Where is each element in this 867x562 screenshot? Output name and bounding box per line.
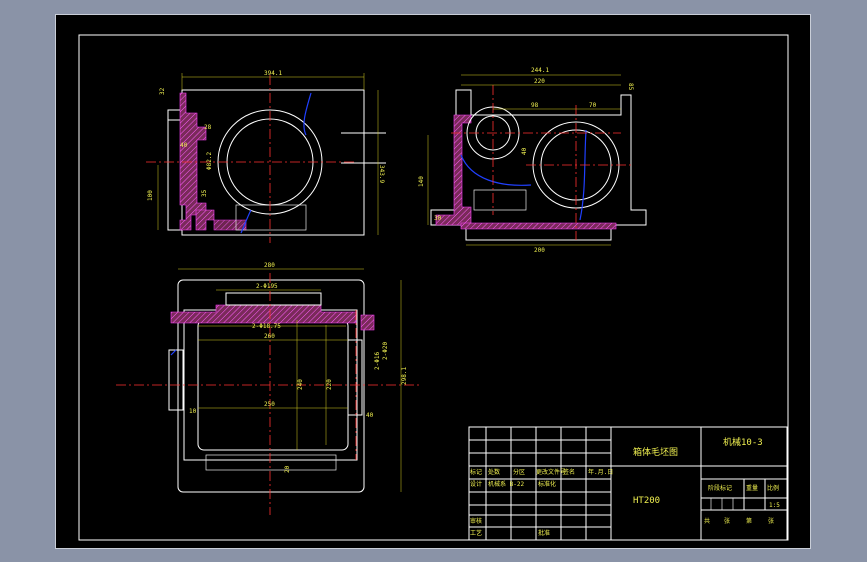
dim-side-40: 40 <box>521 147 528 155</box>
dim-top-right-small: 2-Φ16 <box>374 352 381 370</box>
dim-side-height: 140 <box>418 176 425 187</box>
dim-top-height: 298.1 <box>401 367 408 385</box>
title-drawing-title: 箱体毛坯图 <box>633 446 678 458</box>
label-date: 年.月.日 <box>588 468 613 476</box>
dim-front-height: 343.9 <box>378 165 385 183</box>
dim-top-40: 40 <box>366 412 374 419</box>
label-weight: 重量 <box>746 484 758 492</box>
label-count: 处数 <box>488 468 500 476</box>
label-zone: 分区 <box>513 468 525 476</box>
label-stage-mark: 阶段标记 <box>708 484 732 492</box>
dim-side-bottom: 200 <box>534 247 545 254</box>
dim-side-98: 98 <box>531 102 539 109</box>
label-process: 工艺 <box>470 529 482 537</box>
label-sheet-num: 张 <box>724 517 730 525</box>
title-drawing-number: 机械10-3 <box>723 436 763 448</box>
dim-top-bore-span: 2-Φ195 <box>256 283 278 290</box>
label-designer: 设计 <box>470 480 482 488</box>
value-designer: 机械系 B-22 <box>488 480 524 488</box>
label-sheet-num-2: 张 <box>768 517 774 525</box>
label-approve: 批准 <box>538 529 550 537</box>
cad-drawing-canvas: 394.1 343.9 100 40 28 Φ82.2 35 32 244.1 … <box>78 34 789 541</box>
dim-top-inner: 260 <box>264 333 275 340</box>
dim-top-20: 20 <box>284 465 291 473</box>
dim-front-bore: Φ82.2 <box>206 152 213 170</box>
dim-top-width: 280 <box>264 262 275 269</box>
dim-front-28: 28 <box>204 124 212 131</box>
dim-top-right-small2: 2-Φ20 <box>382 342 389 360</box>
label-check: 审核 <box>470 517 482 525</box>
label-sheet-total: 共 <box>704 517 710 525</box>
label-signature: 签名 <box>563 468 575 476</box>
label-standardization: 标准化 <box>538 480 556 488</box>
label-sheet-of: 第 <box>746 517 752 525</box>
label-scale: 比例 <box>767 484 779 492</box>
dim-front-40: 40 <box>180 142 188 149</box>
dim-side-85: 85 <box>627 83 634 91</box>
dim-side-70: 70 <box>589 102 597 109</box>
dim-side-30: 30 <box>434 215 442 222</box>
dim-front-32: 32 <box>159 87 166 95</box>
dim-top-hole: 2-Φ18.75 <box>252 323 281 330</box>
side-view: 244.1 220 98 70 40 140 200 30 85 <box>418 67 647 254</box>
title-block: 箱体毛坯图 机械10-3 HT200 标记 处数 分区 更改文件号 签名 年.月… <box>468 426 788 541</box>
cad-drawing-viewport[interactable]: 394.1 343.9 100 40 28 Φ82.2 35 32 244.1 … <box>55 14 811 549</box>
dim-side-total: 244.1 <box>531 67 549 74</box>
dim-top-inner-h2: 220 <box>326 379 333 390</box>
dim-top-10: 10 <box>189 408 197 415</box>
title-material: HT200 <box>633 496 660 506</box>
dim-front-left-height: 100 <box>147 190 154 201</box>
dim-front-35: 35 <box>201 189 208 197</box>
top-view: 280 2-Φ195 2-Φ18.75 260 250 298.1 240 22… <box>116 262 421 515</box>
dim-top-inner2: 250 <box>264 401 275 408</box>
dim-front-width: 394.1 <box>264 70 282 77</box>
label-change-doc: 更改文件号 <box>536 468 566 476</box>
value-scale: 1:5 <box>769 502 780 509</box>
label-mark: 标记 <box>470 468 482 476</box>
front-view: 394.1 343.9 100 40 28 Φ82.2 35 32 <box>146 70 386 243</box>
dim-side-inner: 220 <box>534 78 545 85</box>
dim-top-inner-h: 240 <box>297 379 304 390</box>
